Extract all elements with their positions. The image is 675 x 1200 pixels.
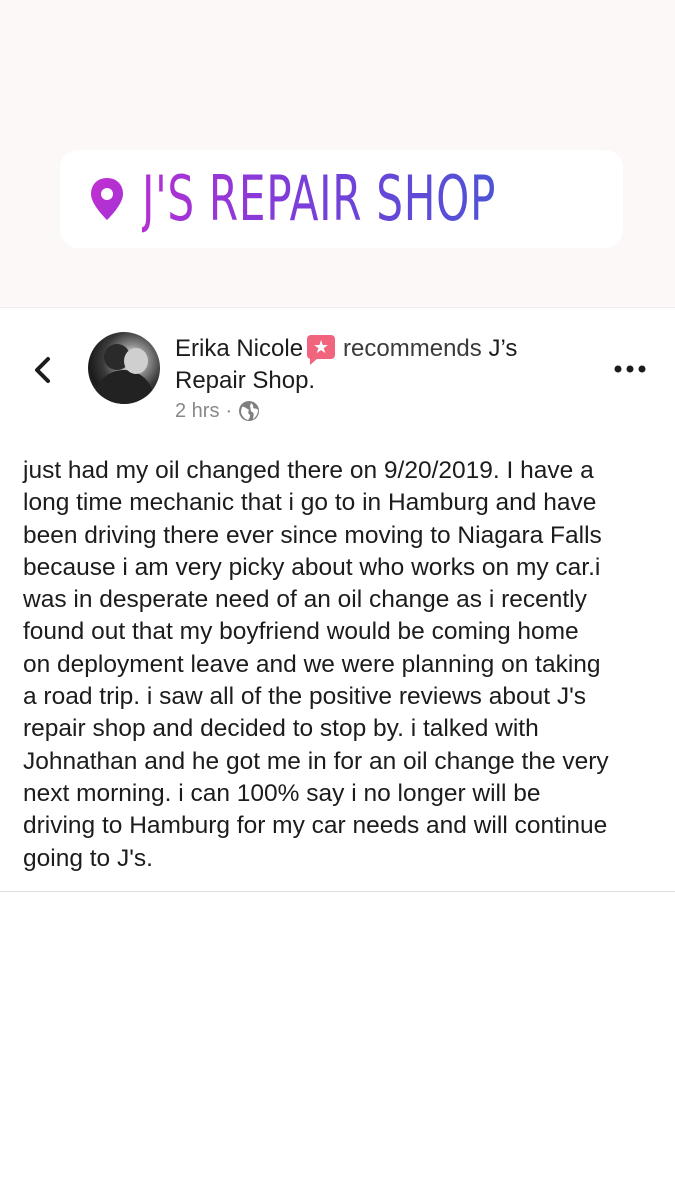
chevron-left-icon[interactable]: [30, 355, 54, 385]
page-name-line2[interactable]: Repair Shop.: [175, 365, 315, 397]
page-name-part2[interactable]: Repair Shop: [175, 367, 308, 394]
meta-separator: ·: [225, 400, 233, 422]
post-line: going to J's.: [23, 844, 153, 872]
page-name-part1[interactable]: J’s: [488, 335, 517, 362]
post-line: found out that my boyfriend would be com…: [23, 618, 579, 646]
recommendation-star-icon: ★: [307, 335, 336, 365]
post-line: because i am very picky about who works …: [23, 553, 601, 581]
globe-icon[interactable]: [238, 400, 260, 422]
post-line: been driving there ever since moving to …: [23, 521, 602, 549]
timestamp[interactable]: 2 hrs: [175, 398, 219, 424]
location-sticker-text: J'S REPAIR SHOP: [142, 162, 497, 235]
post-meta: 2 hrs ·: [175, 398, 260, 424]
post-line: just had my oil changed there on 9/20/20…: [23, 457, 594, 484]
post-line: Johnathan and he got me in for an oil ch…: [23, 747, 609, 775]
location-pin-icon: [91, 178, 123, 220]
post-line: next morning. i can 100% say i no longer…: [23, 779, 541, 807]
post-line: long time mechanic that i go to in Hambu…: [23, 489, 597, 517]
post-line: a road trip. i saw all of the positive r…: [23, 683, 586, 711]
location-sticker[interactable]: J'S REPAIR SHOP: [60, 150, 623, 248]
more-horizontal-icon[interactable]: [612, 358, 648, 380]
author-name[interactable]: Erika Nicole: [175, 335, 303, 362]
divider: [0, 307, 675, 308]
post-line: was in desperate need of an oil change a…: [23, 586, 587, 614]
avatar[interactable]: [88, 332, 160, 404]
story-background: J'S REPAIR SHOP: [0, 0, 675, 307]
post-body: just had my oil changed there on 9/20/20…: [23, 455, 663, 875]
post-line: on deployment leave and we were planning…: [23, 650, 601, 678]
period: .: [308, 367, 316, 394]
post-line: repair shop and decided to stop by. i ta…: [23, 715, 539, 743]
post-line: driving to Hamburg for my car needs and …: [23, 812, 608, 840]
action-text: recommends: [343, 335, 482, 362]
divider: [0, 891, 675, 892]
post-header: Erika Nicole ★ recommends J’s: [175, 333, 517, 365]
